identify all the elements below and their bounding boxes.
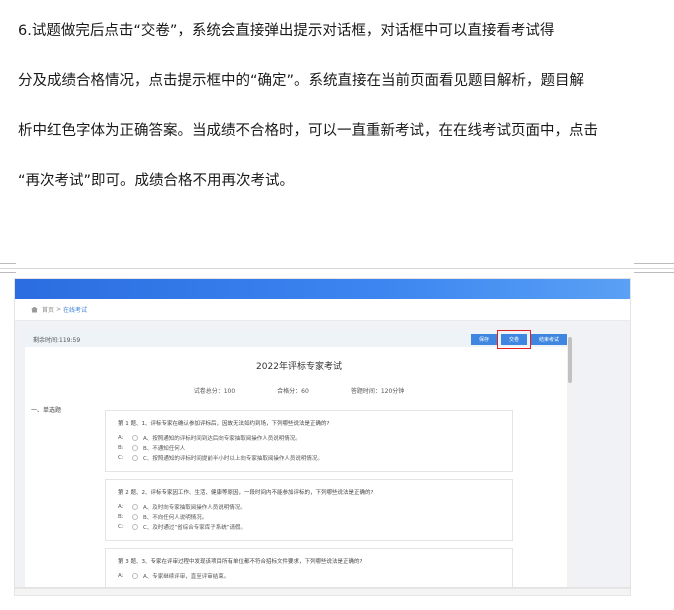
option-row[interactable]: B: B、不通知任何人: [118, 443, 500, 453]
breadcrumb-home[interactable]: 首页: [42, 305, 54, 314]
question-text: 第 2 题、2、评标专家因工作、生活、健康等原因，一段时间内不能参加评标的，下列…: [118, 490, 374, 496]
option-text: A、及时向专家抽取阅操作人员说明情况。: [143, 505, 246, 511]
option-letter: B:: [118, 514, 124, 520]
toolbar-buttons: 保存 交卷 结束考试: [470, 330, 567, 349]
page-break: [0, 263, 674, 277]
exam-meta: 试卷总分：100 合格分：60 答题时间：120分钟: [25, 386, 573, 395]
exam-toolbar: 剩余时间:119:59 保存 交卷 结束考试: [25, 330, 573, 349]
horizontal-scrollbar[interactable]: [14, 588, 631, 596]
question-card: 第 2 题、2、评标专家因工作、生活、健康等原因，一段时间内不能参加评标的，下列…: [105, 479, 513, 541]
answer-duration: 答题时间：120分钟: [350, 388, 405, 395]
option-row[interactable]: A: A、按照通知的评标时间到达后向专家抽取阅操作人员说明情况。: [118, 433, 500, 443]
option-radio[interactable]: [132, 435, 138, 441]
home-icon: [31, 306, 38, 313]
scrollbar-thumb[interactable]: [568, 337, 572, 383]
option-letter: A:: [118, 573, 124, 579]
option-radio[interactable]: [132, 445, 138, 451]
exam-panel: 剩余时间:119:59 保存 交卷 结束考试 2022年评标专家考试 试卷总分：…: [25, 330, 573, 587]
exam-title: 2022年评标专家考试: [256, 362, 342, 372]
document-paragraph: 6.试题做完后点击“交卷”，系统会直接弹出提示对话框，对话框中可以直接看考试得 …: [18, 6, 658, 206]
header-banner: [15, 279, 630, 299]
breadcrumb-separator: >: [56, 306, 62, 313]
paragraph-line-4: “再次考试”即可。成绩合格不用再次考试。: [18, 173, 295, 189]
breadcrumb: 首页 > 在线考试: [15, 299, 630, 321]
question-card: 第 3 题、3、专家在评审过程中发现该项目所有单位都不符合招标文件要求，下列哪些…: [105, 548, 513, 587]
embedded-screenshot: 首页 > 在线考试 剩余时间:119:59 保存 交卷 结束考试 2022年评标…: [14, 278, 631, 588]
paragraph-line-1: 6.试题做完后点击“交卷”，系统会直接弹出提示对话框，对话框中可以直接看考试得: [18, 23, 555, 39]
option-row[interactable]: B: B、不向任何人说明情况。: [118, 512, 500, 522]
option-letter: A:: [118, 504, 124, 510]
paragraph-line-3: 析中红色字体为正确答案。当成绩不合格时，可以一直重新考试，在在线考试页面中，点击: [18, 123, 598, 139]
page-break-marker-right: [634, 263, 674, 273]
question-text: 第 3 题、3、专家在评审过程中发现该项目所有单位都不符合招标文件要求，下列哪些…: [118, 559, 363, 565]
option-text: C、按照通知的评标时间提前半小时以上向专家抽取阅操作人员说明情况。: [143, 456, 323, 462]
option-letter: A:: [118, 435, 124, 441]
option-radio[interactable]: [132, 455, 138, 461]
option-letter: C:: [118, 455, 124, 461]
pass-score: 合格分：60: [277, 388, 309, 395]
countdown-timer: 剩余时间:119:59: [33, 336, 81, 344]
paragraph-line-2: 分及成绩合格情况，点击提示框中的“确定”。系统直接在当前页面看见题目解析，题目解: [18, 73, 585, 89]
question-card: 第 1 题、1、评标专家在确认参加评标后，因故无法如约到场，下列哪些说法是正确的…: [105, 410, 513, 472]
option-row[interactable]: C: C、按照通知的评标时间提前半小时以上向专家抽取阅操作人员说明情况。: [118, 453, 500, 463]
option-radio[interactable]: [132, 524, 138, 530]
option-row[interactable]: A: A、专家继续评审，直至评审结束。: [118, 571, 500, 581]
option-text: C、及时通过“省综合专家库子系统”请假。: [143, 525, 247, 531]
option-text: B、不通知任何人: [143, 446, 186, 452]
option-row[interactable]: A: A、及时向专家抽取阅操作人员说明情况。: [118, 502, 500, 512]
question-text: 第 1 题、1、评标专家在确认参加评标后，因故无法如约到场，下列哪些说法是正确的…: [118, 421, 330, 427]
page-break-marker-left: [0, 263, 16, 273]
submit-button[interactable]: 交卷: [496, 330, 531, 349]
option-text: B、不向任何人说明情况。: [143, 515, 208, 521]
option-text: A、按照通知的评标时间到达后向专家抽取阅操作人员说明情况。: [143, 436, 301, 442]
vertical-scrollbar[interactable]: [567, 331, 573, 587]
finish-exam-button[interactable]: 结束考试: [530, 334, 567, 345]
save-button[interactable]: 保存: [470, 334, 497, 345]
option-row[interactable]: C: C、及时通过“省综合专家库子系统”请假。: [118, 522, 500, 532]
breadcrumb-current[interactable]: 在线考试: [63, 305, 87, 314]
option-radio[interactable]: [132, 573, 138, 579]
total-score: 试卷总分：100: [193, 388, 236, 395]
page-break-line: [0, 268, 674, 269]
option-radio[interactable]: [132, 504, 138, 510]
option-letter: B:: [118, 445, 124, 451]
option-radio[interactable]: [132, 514, 138, 520]
option-text: A、专家继续评审，直至评审结束。: [143, 574, 230, 580]
option-letter: C:: [118, 524, 124, 530]
right-gutter: [580, 331, 630, 587]
